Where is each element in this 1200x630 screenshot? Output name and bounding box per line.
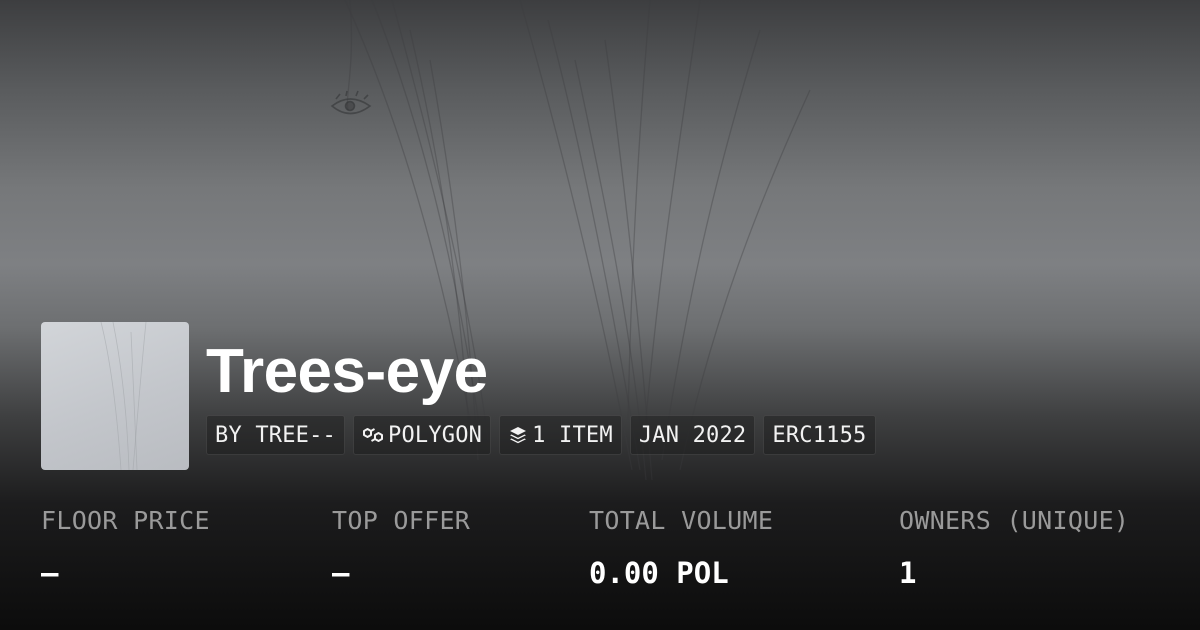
stat-label: TOTAL VOLUME: [589, 506, 774, 535]
thumbnail-artwork: [100, 322, 147, 470]
item-count-tag[interactable]: 1 ITEM: [499, 415, 622, 455]
stat-value: —: [332, 556, 350, 590]
stat-value: 1: [899, 556, 917, 590]
stat-owners-unique[interactable]: OWNERS (UNIQUE) 1: [899, 503, 1129, 591]
collection-tags: BY TREE-- POLYGON 1 ITEM JAN 2022 ERC115…: [206, 415, 876, 455]
token-standard-tag: ERC1155: [763, 415, 876, 455]
stat-label: OWNERS (UNIQUE): [899, 506, 1130, 535]
stat-top-offer[interactable]: TOP OFFER —: [332, 503, 470, 591]
stat-value: 0.00 POL: [589, 556, 729, 590]
stat-floor-price[interactable]: FLOOR PRICE —: [41, 503, 210, 591]
stat-label: FLOOR PRICE: [41, 506, 210, 535]
chain-tag-label: POLYGON: [388, 422, 483, 448]
created-date-tag: JAN 2022: [629, 415, 756, 455]
layers-icon: [508, 425, 528, 445]
token-standard-tag-label: ERC1155: [772, 422, 867, 448]
stat-value: —: [41, 556, 59, 590]
creator-tag[interactable]: BY TREE--: [206, 415, 346, 455]
collection-share-card: Trees-eye BY TREE-- POLYGON 1 ITEM JAN 2…: [0, 0, 1200, 630]
collection-title: Trees-eye: [206, 337, 488, 406]
created-date-tag-label: JAN 2022: [638, 422, 747, 448]
item-count-tag-label: 1 ITEM: [532, 422, 613, 448]
stat-label: TOP OFFER: [332, 506, 471, 535]
stat-total-volume[interactable]: TOTAL VOLUME 0.00 POL: [589, 503, 773, 591]
chain-tag[interactable]: POLYGON: [353, 415, 492, 455]
creator-tag-label: BY TREE--: [215, 422, 337, 448]
polygon-chain-icon: [362, 424, 384, 446]
collection-thumbnail[interactable]: [41, 322, 189, 470]
